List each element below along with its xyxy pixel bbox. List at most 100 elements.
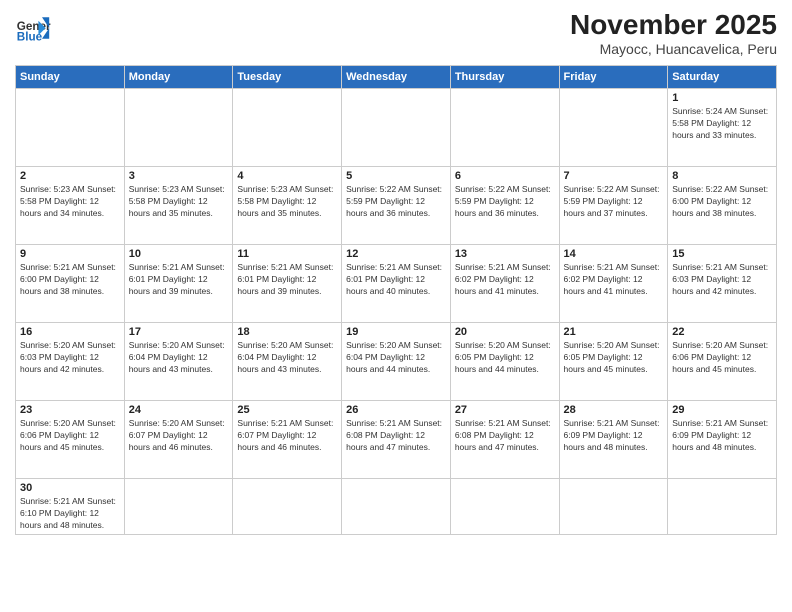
table-row: 23Sunrise: 5:20 AM Sunset: 6:06 PM Dayli…: [16, 400, 125, 478]
table-row: 15 Sunrise: 5:21 AM Sunset: 6:03 PM Dayli…: [668, 244, 777, 322]
logo-icon: General Blue: [15, 10, 51, 46]
calendar-header-row: Sunday Monday Tuesday Wednesday Thursday…: [16, 65, 777, 88]
table-row: 8 Sunrise: 5:22 AM Sunset: 6:00 PM Daylig…: [668, 166, 777, 244]
day-info: Sunrise: 5:20 AM Sunset: 6:07 PM Dayligh…: [129, 418, 229, 454]
day-number: 27: [455, 404, 555, 416]
day-number: 8: [672, 170, 772, 182]
table-row: 27Sunrise: 5:21 AM Sunset: 6:08 PM Dayli…: [450, 400, 559, 478]
page-title: November 2025: [570, 10, 777, 41]
day-info: Sunrise: 5:20 AM Sunset: 6:04 PM Dayligh…: [237, 340, 337, 376]
day-number: 28: [564, 404, 664, 416]
table-row: 26 Sunrise: 5:21 AM Sunset: 6:08 PM Dayli…: [342, 400, 451, 478]
calendar-week-row: 1Sunrise: 5:24 AM Sunset: 5:58 PM Daylig…: [16, 88, 777, 166]
day-number: 13: [455, 248, 555, 260]
table-row: [450, 478, 559, 535]
page: General Blue November 2025 Mayocc, Huanc…: [0, 0, 792, 612]
col-wednesday: Wednesday: [342, 65, 451, 88]
table-row: 4 Sunrise: 5:23 AM Sunset: 5:58 PM Daylig…: [233, 166, 342, 244]
day-number: 25: [237, 404, 337, 416]
header: General Blue November 2025 Mayocc, Huanc…: [15, 10, 777, 57]
day-info: Sunrise: 5:21 AM Sunset: 6:02 PM Dayligh…: [564, 262, 664, 298]
day-info: Sunrise: 5:22 AM Sunset: 5:59 PM Dayligh…: [564, 184, 664, 220]
calendar-week-row: 23Sunrise: 5:20 AM Sunset: 6:06 PM Dayli…: [16, 400, 777, 478]
day-info: Sunrise: 5:20 AM Sunset: 6:06 PM Dayligh…: [20, 418, 120, 454]
table-row: 1Sunrise: 5:24 AM Sunset: 5:58 PM Daylig…: [668, 88, 777, 166]
day-info: Sunrise: 5:23 AM Sunset: 5:58 PM Dayligh…: [237, 184, 337, 220]
table-row: [342, 478, 451, 535]
page-subtitle: Mayocc, Huancavelica, Peru: [570, 41, 777, 57]
calendar-week-row: 2Sunrise: 5:23 AM Sunset: 5:58 PM Daylig…: [16, 166, 777, 244]
day-info: Sunrise: 5:24 AM Sunset: 5:58 PM Dayligh…: [672, 106, 772, 142]
table-row: 16Sunrise: 5:20 AM Sunset: 6:03 PM Dayli…: [16, 322, 125, 400]
table-row: [342, 88, 451, 166]
col-friday: Friday: [559, 65, 668, 88]
day-number: 22: [672, 326, 772, 338]
day-number: 21: [564, 326, 664, 338]
table-row: 25Sunrise: 5:21 AM Sunset: 6:07 PM Dayli…: [233, 400, 342, 478]
table-row: 28Sunrise: 5:21 AM Sunset: 6:09 PM Dayli…: [559, 400, 668, 478]
table-row: 7 Sunrise: 5:22 AM Sunset: 5:59 PM Daylig…: [559, 166, 668, 244]
day-info: Sunrise: 5:21 AM Sunset: 6:03 PM Dayligh…: [672, 262, 772, 298]
day-number: 3: [129, 170, 229, 182]
day-info: Sunrise: 5:22 AM Sunset: 6:00 PM Dayligh…: [672, 184, 772, 220]
table-row: 10 Sunrise: 5:21 AM Sunset: 6:01 PM Dayli…: [124, 244, 233, 322]
day-number: 20: [455, 326, 555, 338]
day-number: 17: [129, 326, 229, 338]
table-row: 3 Sunrise: 5:23 AM Sunset: 5:58 PM Daylig…: [124, 166, 233, 244]
table-row: [233, 88, 342, 166]
table-row: 12Sunrise: 5:21 AM Sunset: 6:01 PM Dayli…: [342, 244, 451, 322]
table-row: [124, 478, 233, 535]
day-info: Sunrise: 5:20 AM Sunset: 6:05 PM Dayligh…: [564, 340, 664, 376]
col-sunday: Sunday: [16, 65, 125, 88]
col-tuesday: Tuesday: [233, 65, 342, 88]
day-info: Sunrise: 5:21 AM Sunset: 6:10 PM Dayligh…: [20, 496, 120, 532]
table-row: [559, 478, 668, 535]
day-number: 9: [20, 248, 120, 260]
day-info: Sunrise: 5:20 AM Sunset: 6:05 PM Dayligh…: [455, 340, 555, 376]
table-row: [450, 88, 559, 166]
day-number: 7: [564, 170, 664, 182]
day-number: 15: [672, 248, 772, 260]
table-row: 9Sunrise: 5:21 AM Sunset: 6:00 PM Daylig…: [16, 244, 125, 322]
day-info: Sunrise: 5:20 AM Sunset: 6:04 PM Dayligh…: [129, 340, 229, 376]
table-row: [668, 478, 777, 535]
calendar: Sunday Monday Tuesday Wednesday Thursday…: [15, 65, 777, 536]
table-row: 11Sunrise: 5:21 AM Sunset: 6:01 PM Dayli…: [233, 244, 342, 322]
calendar-week-row: 30 Sunrise: 5:21 AM Sunset: 6:10 PM Dayli…: [16, 478, 777, 535]
table-row: 29 Sunrise: 5:21 AM Sunset: 6:09 PM Dayli…: [668, 400, 777, 478]
day-info: Sunrise: 5:21 AM Sunset: 6:09 PM Dayligh…: [672, 418, 772, 454]
day-number: 4: [237, 170, 337, 182]
table-row: 5Sunrise: 5:22 AM Sunset: 5:59 PM Daylig…: [342, 166, 451, 244]
day-info: Sunrise: 5:21 AM Sunset: 6:02 PM Dayligh…: [455, 262, 555, 298]
table-row: 22 Sunrise: 5:20 AM Sunset: 6:06 PM Dayli…: [668, 322, 777, 400]
day-number: 26: [346, 404, 446, 416]
day-number: 19: [346, 326, 446, 338]
day-info: Sunrise: 5:22 AM Sunset: 5:59 PM Dayligh…: [455, 184, 555, 220]
day-info: Sunrise: 5:23 AM Sunset: 5:58 PM Dayligh…: [20, 184, 120, 220]
calendar-week-row: 9Sunrise: 5:21 AM Sunset: 6:00 PM Daylig…: [16, 244, 777, 322]
col-saturday: Saturday: [668, 65, 777, 88]
table-row: [559, 88, 668, 166]
day-number: 29: [672, 404, 772, 416]
day-number: 12: [346, 248, 446, 260]
day-info: Sunrise: 5:21 AM Sunset: 6:01 PM Dayligh…: [237, 262, 337, 298]
day-number: 14: [564, 248, 664, 260]
day-number: 10: [129, 248, 229, 260]
table-row: [124, 88, 233, 166]
day-number: 24: [129, 404, 229, 416]
day-info: Sunrise: 5:22 AM Sunset: 5:59 PM Dayligh…: [346, 184, 446, 220]
table-row: 21 Sunrise: 5:20 AM Sunset: 6:05 PM Dayli…: [559, 322, 668, 400]
day-number: 30: [20, 482, 120, 494]
day-number: 6: [455, 170, 555, 182]
day-info: Sunrise: 5:21 AM Sunset: 6:01 PM Dayligh…: [129, 262, 229, 298]
day-info: Sunrise: 5:20 AM Sunset: 6:06 PM Dayligh…: [672, 340, 772, 376]
logo: General Blue: [15, 10, 51, 46]
title-block: November 2025 Mayocc, Huancavelica, Peru: [570, 10, 777, 57]
day-info: Sunrise: 5:23 AM Sunset: 5:58 PM Dayligh…: [129, 184, 229, 220]
table-row: 20 Sunrise: 5:20 AM Sunset: 6:05 PM Dayli…: [450, 322, 559, 400]
table-row: 19Sunrise: 5:20 AM Sunset: 6:04 PM Dayli…: [342, 322, 451, 400]
table-row: 18Sunrise: 5:20 AM Sunset: 6:04 PM Dayli…: [233, 322, 342, 400]
col-monday: Monday: [124, 65, 233, 88]
table-row: 17 Sunrise: 5:20 AM Sunset: 6:04 PM Dayli…: [124, 322, 233, 400]
day-info: Sunrise: 5:21 AM Sunset: 6:08 PM Dayligh…: [346, 418, 446, 454]
